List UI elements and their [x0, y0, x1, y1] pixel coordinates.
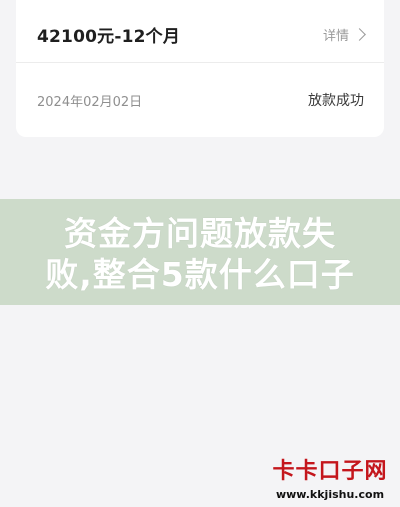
loan-date: 2024年02月02日 [37, 94, 143, 110]
watermark-title: 卡卡口子网 [272, 459, 388, 484]
loan-status: 放款成功 [308, 93, 364, 109]
overlay-headline: 资金方问题放款失 败,整合5款什么口子 [0, 213, 400, 295]
loan-record-card[interactable]: 42100元-12个月 详情 2024年02月02日 放款成功 [16, 0, 384, 137]
chevron-right-icon [353, 27, 366, 41]
detail-label: 详情 [322, 28, 349, 44]
detail-link[interactable]: 详情 [322, 25, 366, 44]
overlay-headline-line2: 败,整合5款什么口子 [45, 255, 355, 294]
watermark-url: www.kkjishu.com [275, 488, 385, 501]
divider [16, 62, 384, 63]
loan-summary-row: 42100元-12个月 详情 [37, 20, 366, 48]
overlay-headline-line1: 资金方问题放款失 [64, 214, 336, 253]
loan-status-row: 2024年02月02日 放款成功 [37, 88, 364, 112]
loan-amount-term: 42100元-12个月 [37, 26, 181, 47]
site-watermark: 卡卡口子网 www.kkjishu.com [270, 459, 390, 501]
